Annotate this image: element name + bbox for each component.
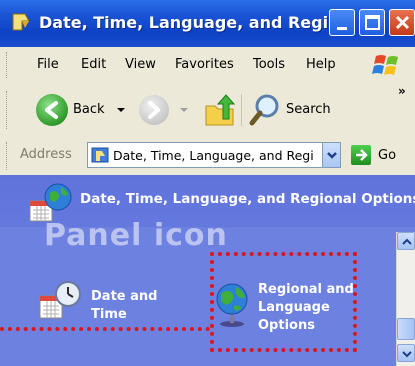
toolbar-overflow-chevron-icon[interactable]: » <box>398 84 406 98</box>
menu-file[interactable]: File <box>37 57 59 72</box>
highlight-box <box>210 252 357 352</box>
date-time-label-line1: Date and <box>91 289 158 304</box>
explorer-window: Date, Time, Language, and Regi... File E… <box>0 0 415 366</box>
date-time-task[interactable]: Date and Time <box>91 288 157 324</box>
go-button[interactable] <box>351 145 371 165</box>
scroll-thumb[interactable] <box>397 318 415 340</box>
highlight-leader-line <box>0 327 210 331</box>
forward-button[interactable] <box>139 95 169 125</box>
forward-arrow-icon <box>148 101 160 119</box>
category-title: Date, Time, Language, and Regional Optio… <box>80 191 415 207</box>
section-heading: Panel icon <box>44 218 228 253</box>
back-label[interactable]: Back <box>73 102 105 117</box>
scroll-up-button[interactable] <box>397 232 415 250</box>
toolbar-grip[interactable] <box>6 91 10 129</box>
chevron-down-icon <box>402 351 412 358</box>
menu-favorites[interactable]: Favorites <box>175 57 234 72</box>
address-value[interactable]: Date, Time, Language, and Regi <box>113 148 314 163</box>
minimize-button[interactable] <box>329 9 355 36</box>
scroll-down-button[interactable] <box>397 344 415 362</box>
close-button[interactable] <box>389 9 415 36</box>
forward-dropdown-arrow-icon[interactable] <box>180 108 188 112</box>
control-panel-small-icon <box>91 147 109 163</box>
up-folder-button[interactable] <box>203 92 237 128</box>
menu-tools[interactable]: Tools <box>253 57 285 72</box>
search-label[interactable]: Search <box>286 102 331 117</box>
close-icon <box>395 15 410 30</box>
menu-help[interactable]: Help <box>306 57 336 72</box>
maximize-button[interactable] <box>359 9 385 36</box>
address-label: Address <box>20 147 72 162</box>
go-label[interactable]: Go <box>378 148 396 163</box>
maximize-icon <box>365 15 380 30</box>
windows-logo-icon <box>372 55 398 75</box>
address-bar-grip[interactable] <box>6 142 10 170</box>
toolbar-separator <box>241 94 242 126</box>
window-title: Date, Time, Language, and Regi... <box>39 13 347 32</box>
control-panel-window-icon <box>12 13 30 31</box>
search-icon[interactable] <box>248 92 282 128</box>
back-button[interactable] <box>36 94 68 126</box>
address-dropdown-button[interactable] <box>322 143 340 167</box>
menu-edit[interactable]: Edit <box>81 57 106 72</box>
date-time-label-line2: Time <box>91 307 127 322</box>
chevron-up-icon <box>402 238 412 245</box>
chevron-down-icon <box>327 152 337 159</box>
back-dropdown-arrow-icon[interactable] <box>117 108 125 112</box>
menu-bar-grip[interactable] <box>6 52 10 78</box>
go-arrow-icon <box>356 149 368 161</box>
back-arrow-icon <box>45 101 58 119</box>
menu-view[interactable]: View <box>125 57 156 72</box>
minimize-icon <box>337 27 347 30</box>
clock-calendar-icon[interactable] <box>38 280 84 324</box>
